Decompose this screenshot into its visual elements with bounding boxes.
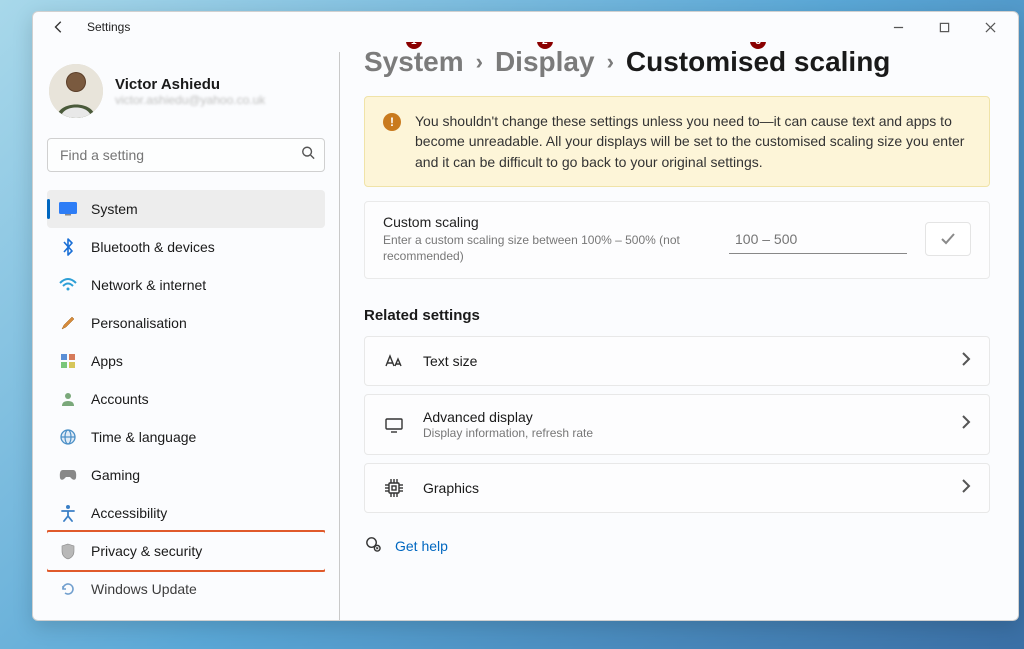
related-settings-title: Related settings [364,307,990,324]
nav-label: Network & internet [91,277,206,293]
display-icon [59,200,77,218]
chevron-right-icon: › [476,49,483,75]
confirm-button[interactable] [925,222,971,256]
nav-bluetooth[interactable]: Bluetooth & devices [47,228,325,266]
nav-gaming[interactable]: Gaming [47,456,325,494]
help-icon [364,535,381,557]
breadcrumb-system[interactable]: System 1 [364,46,464,78]
nav-apps[interactable]: Apps [47,342,325,380]
row-sub: Display information, refresh rate [423,426,943,440]
help-row[interactable]: Get help [364,535,990,557]
nav-personalisation[interactable]: Personalisation [47,304,325,342]
breadcrumb-display[interactable]: Display 2 [495,46,595,78]
chip-icon [383,478,405,498]
minimize-button[interactable] [876,13,920,41]
profile-block[interactable]: Victor Ashiedu victor.ashiedu@yahoo.co.u… [49,64,325,118]
custom-scaling-sub: Enter a custom scaling size between 100%… [383,232,703,264]
monitor-icon [383,415,405,435]
nav-accessibility[interactable]: Accessibility [47,494,325,532]
globe-icon [59,428,77,446]
chevron-right-icon: › [607,49,614,75]
settings-window: Settings Victor Ashiedu victor.ashiedu@y… [32,11,1019,621]
row-advanced-display[interactable]: Advanced display Display information, re… [364,394,990,455]
warning-banner: ! You shouldn't change these settings un… [364,96,990,187]
nav-label: Time & language [91,429,196,445]
maximize-button[interactable] [922,13,966,41]
nav-label: Accessibility [91,505,167,521]
profile-name: Victor Ashiedu [115,76,265,93]
chevron-right-icon [961,479,971,498]
nav-list: System Bluetooth & devices Network & int… [47,190,325,620]
person-icon [59,390,77,408]
row-text-size[interactable]: Text size [364,336,990,386]
brush-icon [59,314,77,332]
window-controls [876,13,1012,41]
bluetooth-icon [59,238,77,256]
nav-label: System [91,201,138,217]
wifi-icon [59,276,77,294]
app-title: Settings [87,20,130,34]
nav-time-language[interactable]: Time & language [47,418,325,456]
warning-icon: ! [383,113,401,131]
main-panel: System 1 › Display 2 › Customised scalin… [340,42,1018,620]
warning-text: You shouldn't change these settings unle… [415,111,971,172]
nav-privacy-security[interactable]: Privacy & security [47,532,325,570]
nav-label: Accounts [91,391,149,407]
nav-label: Personalisation [91,315,187,331]
gaming-icon [59,466,77,484]
close-button[interactable] [968,13,1012,41]
nav-network[interactable]: Network & internet [47,266,325,304]
titlebar: Settings [33,12,1018,42]
search-icon [301,146,315,165]
custom-scaling-title: Custom scaling [383,214,711,230]
nav-label: Windows Update [91,581,197,597]
chevron-right-icon [961,415,971,434]
back-button[interactable] [47,15,71,39]
chevron-right-icon [961,352,971,371]
row-graphics[interactable]: Graphics [364,463,990,513]
nav-label: Apps [91,353,123,369]
search-input[interactable] [47,138,325,172]
breadcrumb-customised-scaling: Customised scaling 3 [626,46,891,78]
accessibility-icon [59,504,77,522]
nav-windows-update[interactable]: Windows Update [47,570,325,608]
row-title: Graphics [423,480,943,496]
shield-icon [59,542,77,560]
text-size-icon [383,351,405,371]
nav-label: Privacy & security [91,543,202,559]
scaling-input[interactable] [729,224,907,254]
avatar [49,64,103,118]
row-title: Text size [423,353,943,369]
help-link[interactable]: Get help [395,538,448,554]
update-icon [59,580,77,598]
sidebar: Victor Ashiedu victor.ashiedu@yahoo.co.u… [33,42,339,620]
nav-label: Gaming [91,467,140,483]
custom-scaling-row: Custom scaling Enter a custom scaling si… [364,201,990,279]
apps-icon [59,352,77,370]
nav-system[interactable]: System [47,190,325,228]
nav-accounts[interactable]: Accounts [47,380,325,418]
row-title: Advanced display [423,409,943,425]
breadcrumb: System 1 › Display 2 › Customised scalin… [364,46,990,78]
profile-email: victor.ashiedu@yahoo.co.uk [115,93,265,107]
nav-label: Bluetooth & devices [91,239,215,255]
